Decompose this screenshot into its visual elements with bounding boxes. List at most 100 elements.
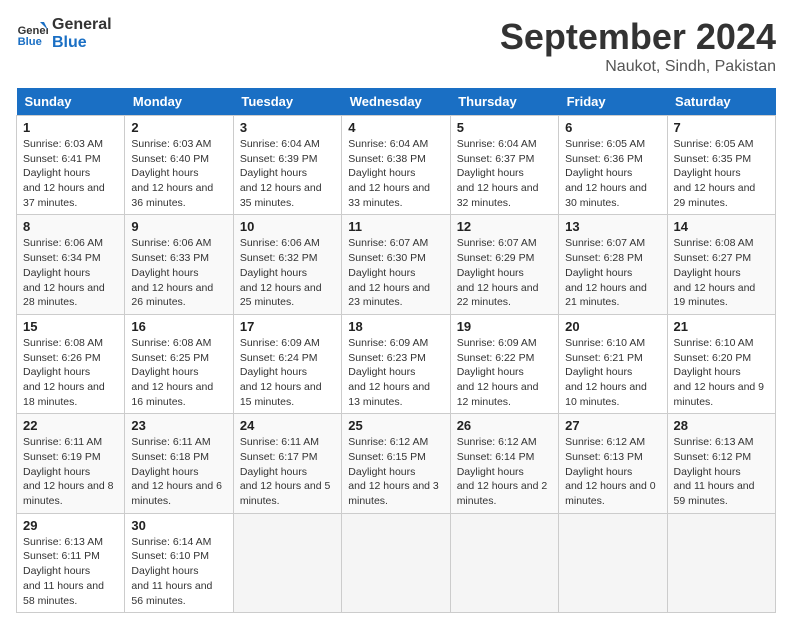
calendar-cell: 4 Sunrise: 6:04 AM Sunset: 6:38 PM Dayli…: [342, 116, 450, 215]
day-info: Sunrise: 6:11 AM Sunset: 6:17 PM Dayligh…: [240, 435, 335, 508]
calendar-cell: 3 Sunrise: 6:04 AM Sunset: 6:39 PM Dayli…: [233, 116, 341, 215]
day-number: 24: [240, 418, 335, 433]
calendar-cell: [450, 513, 558, 612]
day-info: Sunrise: 6:08 AM Sunset: 6:25 PM Dayligh…: [131, 336, 226, 409]
day-info: Sunrise: 6:07 AM Sunset: 6:29 PM Dayligh…: [457, 236, 552, 309]
calendar-cell: 25 Sunrise: 6:12 AM Sunset: 6:15 PM Dayl…: [342, 414, 450, 513]
day-info: Sunrise: 6:03 AM Sunset: 6:41 PM Dayligh…: [23, 137, 118, 210]
day-info: Sunrise: 6:12 AM Sunset: 6:14 PM Dayligh…: [457, 435, 552, 508]
month-title: September 2024: [500, 16, 776, 58]
calendar-cell: 2 Sunrise: 6:03 AM Sunset: 6:40 PM Dayli…: [125, 116, 233, 215]
day-number: 1: [23, 120, 118, 135]
day-info: Sunrise: 6:06 AM Sunset: 6:32 PM Dayligh…: [240, 236, 335, 309]
day-info: Sunrise: 6:08 AM Sunset: 6:27 PM Dayligh…: [674, 236, 769, 309]
calendar-cell: 5 Sunrise: 6:04 AM Sunset: 6:37 PM Dayli…: [450, 116, 558, 215]
weekday-header-saturday: Saturday: [667, 88, 775, 116]
calendar-week-row: 1 Sunrise: 6:03 AM Sunset: 6:41 PM Dayli…: [17, 116, 776, 215]
day-info: Sunrise: 6:06 AM Sunset: 6:34 PM Dayligh…: [23, 236, 118, 309]
calendar-week-row: 29 Sunrise: 6:13 AM Sunset: 6:11 PM Dayl…: [17, 513, 776, 612]
day-number: 8: [23, 219, 118, 234]
location: Naukot, Sindh, Pakistan: [500, 58, 776, 76]
weekday-header-monday: Monday: [125, 88, 233, 116]
day-info: Sunrise: 6:06 AM Sunset: 6:33 PM Dayligh…: [131, 236, 226, 309]
calendar-cell: 20 Sunrise: 6:10 AM Sunset: 6:21 PM Dayl…: [559, 314, 667, 413]
calendar-cell: 22 Sunrise: 6:11 AM Sunset: 6:19 PM Dayl…: [17, 414, 125, 513]
calendar-cell: 19 Sunrise: 6:09 AM Sunset: 6:22 PM Dayl…: [450, 314, 558, 413]
day-number: 13: [565, 219, 660, 234]
day-info: Sunrise: 6:05 AM Sunset: 6:35 PM Dayligh…: [674, 137, 769, 210]
calendar-week-row: 15 Sunrise: 6:08 AM Sunset: 6:26 PM Dayl…: [17, 314, 776, 413]
day-number: 22: [23, 418, 118, 433]
day-number: 11: [348, 219, 443, 234]
calendar-cell: 8 Sunrise: 6:06 AM Sunset: 6:34 PM Dayli…: [17, 215, 125, 314]
calendar-cell: 17 Sunrise: 6:09 AM Sunset: 6:24 PM Dayl…: [233, 314, 341, 413]
calendar-cell: 24 Sunrise: 6:11 AM Sunset: 6:17 PM Dayl…: [233, 414, 341, 513]
day-info: Sunrise: 6:12 AM Sunset: 6:15 PM Dayligh…: [348, 435, 443, 508]
day-number: 5: [457, 120, 552, 135]
day-number: 18: [348, 319, 443, 334]
calendar-cell: 23 Sunrise: 6:11 AM Sunset: 6:18 PM Dayl…: [125, 414, 233, 513]
calendar-cell: 6 Sunrise: 6:05 AM Sunset: 6:36 PM Dayli…: [559, 116, 667, 215]
calendar-cell: 29 Sunrise: 6:13 AM Sunset: 6:11 PM Dayl…: [17, 513, 125, 612]
title-block: September 2024 Naukot, Sindh, Pakistan: [500, 16, 776, 76]
calendar-cell: [667, 513, 775, 612]
svg-text:Blue: Blue: [18, 36, 42, 48]
day-info: Sunrise: 6:04 AM Sunset: 6:37 PM Dayligh…: [457, 137, 552, 210]
logo-text-line1: General: [52, 16, 112, 34]
calendar-cell: [342, 513, 450, 612]
weekday-header-wednesday: Wednesday: [342, 88, 450, 116]
calendar-cell: 10 Sunrise: 6:06 AM Sunset: 6:32 PM Dayl…: [233, 215, 341, 314]
day-info: Sunrise: 6:07 AM Sunset: 6:28 PM Dayligh…: [565, 236, 660, 309]
calendar-cell: 30 Sunrise: 6:14 AM Sunset: 6:10 PM Dayl…: [125, 513, 233, 612]
day-number: 27: [565, 418, 660, 433]
logo: General Blue General Blue: [16, 16, 112, 52]
day-number: 19: [457, 319, 552, 334]
day-number: 16: [131, 319, 226, 334]
calendar-cell: 7 Sunrise: 6:05 AM Sunset: 6:35 PM Dayli…: [667, 116, 775, 215]
day-info: Sunrise: 6:10 AM Sunset: 6:21 PM Dayligh…: [565, 336, 660, 409]
day-info: Sunrise: 6:12 AM Sunset: 6:13 PM Dayligh…: [565, 435, 660, 508]
calendar-cell: 15 Sunrise: 6:08 AM Sunset: 6:26 PM Dayl…: [17, 314, 125, 413]
day-number: 3: [240, 120, 335, 135]
day-number: 20: [565, 319, 660, 334]
calendar-body: 1 Sunrise: 6:03 AM Sunset: 6:41 PM Dayli…: [17, 116, 776, 613]
day-number: 7: [674, 120, 769, 135]
day-info: Sunrise: 6:14 AM Sunset: 6:10 PM Dayligh…: [131, 535, 226, 608]
day-number: 6: [565, 120, 660, 135]
day-info: Sunrise: 6:05 AM Sunset: 6:36 PM Dayligh…: [565, 137, 660, 210]
calendar-cell: 14 Sunrise: 6:08 AM Sunset: 6:27 PM Dayl…: [667, 215, 775, 314]
calendar-cell: [233, 513, 341, 612]
svg-text:General: General: [18, 25, 48, 37]
day-number: 25: [348, 418, 443, 433]
calendar-cell: 26 Sunrise: 6:12 AM Sunset: 6:14 PM Dayl…: [450, 414, 558, 513]
calendar-cell: 28 Sunrise: 6:13 AM Sunset: 6:12 PM Dayl…: [667, 414, 775, 513]
logo-icon: General Blue: [16, 18, 48, 50]
weekday-header-tuesday: Tuesday: [233, 88, 341, 116]
day-number: 30: [131, 518, 226, 533]
day-info: Sunrise: 6:07 AM Sunset: 6:30 PM Dayligh…: [348, 236, 443, 309]
day-number: 26: [457, 418, 552, 433]
day-info: Sunrise: 6:11 AM Sunset: 6:18 PM Dayligh…: [131, 435, 226, 508]
day-info: Sunrise: 6:08 AM Sunset: 6:26 PM Dayligh…: [23, 336, 118, 409]
day-info: Sunrise: 6:13 AM Sunset: 6:11 PM Dayligh…: [23, 535, 118, 608]
day-number: 28: [674, 418, 769, 433]
calendar-cell: 1 Sunrise: 6:03 AM Sunset: 6:41 PM Dayli…: [17, 116, 125, 215]
day-number: 14: [674, 219, 769, 234]
day-info: Sunrise: 6:03 AM Sunset: 6:40 PM Dayligh…: [131, 137, 226, 210]
weekday-header-friday: Friday: [559, 88, 667, 116]
day-number: 10: [240, 219, 335, 234]
day-number: 2: [131, 120, 226, 135]
day-number: 29: [23, 518, 118, 533]
calendar-cell: 27 Sunrise: 6:12 AM Sunset: 6:13 PM Dayl…: [559, 414, 667, 513]
day-info: Sunrise: 6:11 AM Sunset: 6:19 PM Dayligh…: [23, 435, 118, 508]
weekday-header-sunday: Sunday: [17, 88, 125, 116]
calendar-cell: 11 Sunrise: 6:07 AM Sunset: 6:30 PM Dayl…: [342, 215, 450, 314]
day-number: 23: [131, 418, 226, 433]
calendar-cell: 12 Sunrise: 6:07 AM Sunset: 6:29 PM Dayl…: [450, 215, 558, 314]
day-number: 4: [348, 120, 443, 135]
day-info: Sunrise: 6:09 AM Sunset: 6:22 PM Dayligh…: [457, 336, 552, 409]
calendar-cell: 21 Sunrise: 6:10 AM Sunset: 6:20 PM Dayl…: [667, 314, 775, 413]
calendar-cell: 13 Sunrise: 6:07 AM Sunset: 6:28 PM Dayl…: [559, 215, 667, 314]
logo-text-line2: Blue: [52, 34, 112, 52]
day-info: Sunrise: 6:09 AM Sunset: 6:23 PM Dayligh…: [348, 336, 443, 409]
